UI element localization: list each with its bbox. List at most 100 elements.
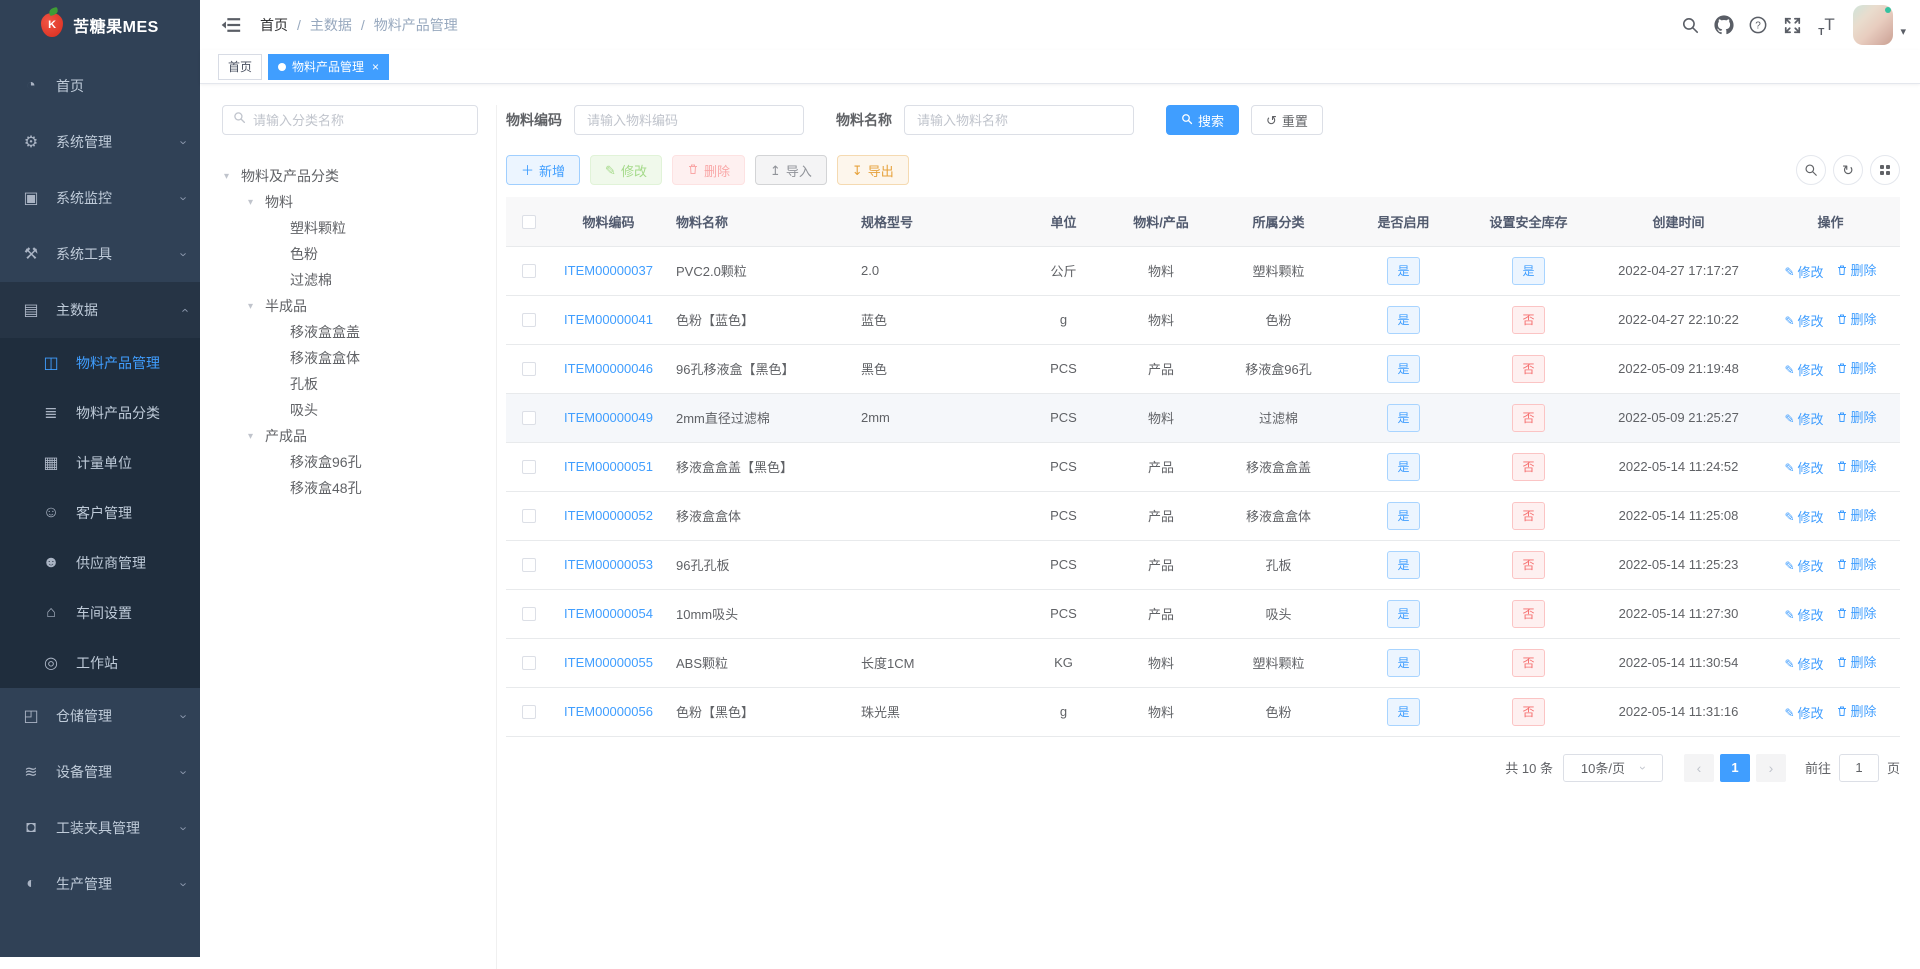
tree-node[interactable]: 移液盒48孔 (222, 475, 478, 501)
row-checkbox[interactable] (521, 558, 536, 573)
row-checkbox[interactable] (521, 362, 536, 377)
row-edit-link[interactable]: ✎ 修改 (1784, 703, 1823, 722)
header-search-icon[interactable] (1673, 8, 1707, 42)
item-code-link[interactable]: ITEM00000055 (564, 655, 653, 670)
row-checkbox[interactable] (521, 705, 536, 720)
row-delete-link[interactable]: 删除 (1836, 505, 1877, 524)
tree-node[interactable]: 色粉 (222, 241, 478, 267)
breadcrumb-master-data[interactable]: 主数据 (310, 15, 352, 35)
row-checkbox[interactable] (521, 509, 536, 524)
item-code-link[interactable]: ITEM00000051 (564, 459, 653, 474)
delete-button[interactable]: 删除 (671, 155, 745, 185)
columns-button[interactable] (1870, 155, 1900, 185)
select-all-checkbox[interactable] (521, 215, 536, 230)
row-checkbox[interactable] (521, 460, 536, 475)
tree-node[interactable]: 移液盒盒体 (222, 345, 478, 371)
row-edit-link[interactable]: ✎ 修改 (1784, 262, 1823, 281)
row-edit-link[interactable]: ✎ 修改 (1784, 311, 1823, 330)
row-delete-link[interactable]: 删除 (1836, 603, 1877, 622)
tag-close-icon[interactable]: × (372, 61, 379, 73)
avatar-caret-down-icon[interactable]: ▾ (1900, 25, 1906, 38)
page-size-select[interactable]: 10条/页 › (1562, 753, 1663, 782)
row-checkbox[interactable] (521, 607, 536, 622)
next-page-button[interactable]: › (1755, 753, 1786, 782)
tree-caret-icon[interactable]: ▾ (224, 171, 234, 182)
row-delete-link[interactable]: 删除 (1836, 260, 1877, 279)
sidebar-item-workshop-settings[interactable]: ⌂ 车间设置 (0, 588, 200, 638)
tree-node[interactable]: 过滤棉 (222, 267, 478, 293)
breadcrumb-home[interactable]: 首页 (260, 15, 288, 35)
tree-caret-icon[interactable]: ▾ (248, 301, 258, 312)
prev-page-button[interactable]: ‹ (1683, 753, 1714, 782)
tag-home[interactable]: 首页 (218, 53, 263, 80)
row-delete-link[interactable]: 删除 (1836, 652, 1877, 671)
item-code-link[interactable]: ITEM00000041 (564, 312, 653, 327)
row-edit-link[interactable]: ✎ 修改 (1784, 654, 1823, 673)
tree-node[interactable]: 移液盒盒盖 (222, 319, 478, 345)
item-code-link[interactable]: ITEM00000046 (564, 361, 653, 376)
sidebar-item-home[interactable]: ◔ 首页 (0, 58, 200, 114)
reset-button[interactable]: ↺ 重置 (1251, 105, 1323, 135)
search-button[interactable]: 搜索 (1166, 105, 1240, 135)
sidebar-item-equipment-mgmt[interactable]: ≋ 设备管理 › (0, 744, 200, 800)
sidebar-item-workstation[interactable]: ◎ 工作站 (0, 638, 200, 688)
font-size-icon[interactable]: TT (1809, 8, 1843, 42)
github-icon[interactable] (1707, 8, 1741, 42)
tree-node[interactable]: ▾ 产成品 (222, 423, 478, 449)
item-code-link[interactable]: ITEM00000054 (564, 606, 653, 621)
sidebar-item-system-mgmt[interactable]: ⚙ 系统管理 › (0, 114, 200, 170)
sidebar-item-system-monitor[interactable]: ▣ 系统监控 › (0, 170, 200, 226)
toggle-search-button[interactable] (1796, 155, 1826, 185)
item-code-link[interactable]: ITEM00000049 (564, 410, 653, 425)
goto-page-input[interactable] (1838, 753, 1879, 782)
sidebar-item-production-mgmt[interactable]: ◐ 生产管理 › (0, 856, 200, 912)
user-avatar[interactable] (1853, 5, 1894, 45)
help-icon[interactable]: ? (1741, 8, 1775, 42)
tree-node[interactable]: ▾ 物料及产品分类 (222, 163, 478, 189)
sidebar-item-measure-unit[interactable]: ▦ 计量单位 (0, 438, 200, 488)
item-code-input[interactable] (574, 105, 804, 135)
export-button[interactable]: ↧ 导出 (836, 155, 909, 185)
tree-node[interactable]: 移液盒96孔 (222, 449, 478, 475)
row-delete-link[interactable]: 删除 (1836, 358, 1877, 377)
category-search-input[interactable] (253, 112, 467, 128)
tree-node[interactable]: 塑料颗粒 (222, 215, 478, 241)
item-code-link[interactable]: ITEM00000053 (564, 557, 653, 572)
row-delete-link[interactable]: 删除 (1836, 701, 1877, 720)
row-delete-link[interactable]: 删除 (1836, 309, 1877, 328)
sidebar-toggle-icon[interactable] (220, 14, 242, 36)
tree-node[interactable]: 孔板 (222, 371, 478, 397)
row-edit-link[interactable]: ✎ 修改 (1784, 556, 1823, 575)
sidebar-item-warehouse-mgmt[interactable]: ◰ 仓储管理 › (0, 688, 200, 744)
refresh-button[interactable]: ↻ (1833, 155, 1863, 185)
row-checkbox[interactable] (521, 264, 536, 279)
edit-button[interactable]: ✎ 修改 (590, 155, 662, 185)
sidebar-item-fixture-mgmt[interactable]: ◘ 工装夹具管理 › (0, 800, 200, 856)
sidebar-item-supplier-mgmt[interactable]: ☻ 供应商管理 (0, 538, 200, 588)
row-edit-link[interactable]: ✎ 修改 (1784, 507, 1823, 526)
tree-caret-icon[interactable]: ▾ (248, 197, 258, 208)
item-code-link[interactable]: ITEM00000037 (564, 263, 653, 278)
sidebar-item-master-data[interactable]: ▤ 主数据 › (0, 282, 200, 338)
fullscreen-icon[interactable] (1775, 8, 1809, 42)
row-edit-link[interactable]: ✎ 修改 (1784, 409, 1823, 428)
page-1-button[interactable]: 1 (1719, 753, 1750, 782)
sidebar-item-material-product-mgmt[interactable]: ◫ 物料产品管理 (0, 338, 200, 388)
row-checkbox[interactable] (521, 313, 536, 328)
app-logo[interactable]: K 苦糖果MES (0, 0, 200, 50)
import-button[interactable]: ↥ 导入 (754, 155, 827, 185)
sidebar-item-customer-mgmt[interactable]: ☺ 客户管理 (0, 488, 200, 538)
sidebar-item-system-tools[interactable]: ⚒ 系统工具 › (0, 226, 200, 282)
row-edit-link[interactable]: ✎ 修改 (1784, 458, 1823, 477)
row-delete-link[interactable]: 删除 (1836, 456, 1877, 475)
row-edit-link[interactable]: ✎ 修改 (1784, 360, 1823, 379)
tree-node[interactable]: ▾ 物料 (222, 189, 478, 215)
item-name-input[interactable] (904, 105, 1134, 135)
item-code-link[interactable]: ITEM00000052 (564, 508, 653, 523)
tree-caret-icon[interactable]: ▾ (248, 431, 258, 442)
item-code-link[interactable]: ITEM00000056 (564, 704, 653, 719)
tag-material-product-mgmt[interactable]: 物料产品管理 × (268, 53, 390, 80)
tree-node[interactable]: 吸头 (222, 397, 478, 423)
row-delete-link[interactable]: 删除 (1836, 407, 1877, 426)
row-checkbox[interactable] (521, 656, 536, 671)
